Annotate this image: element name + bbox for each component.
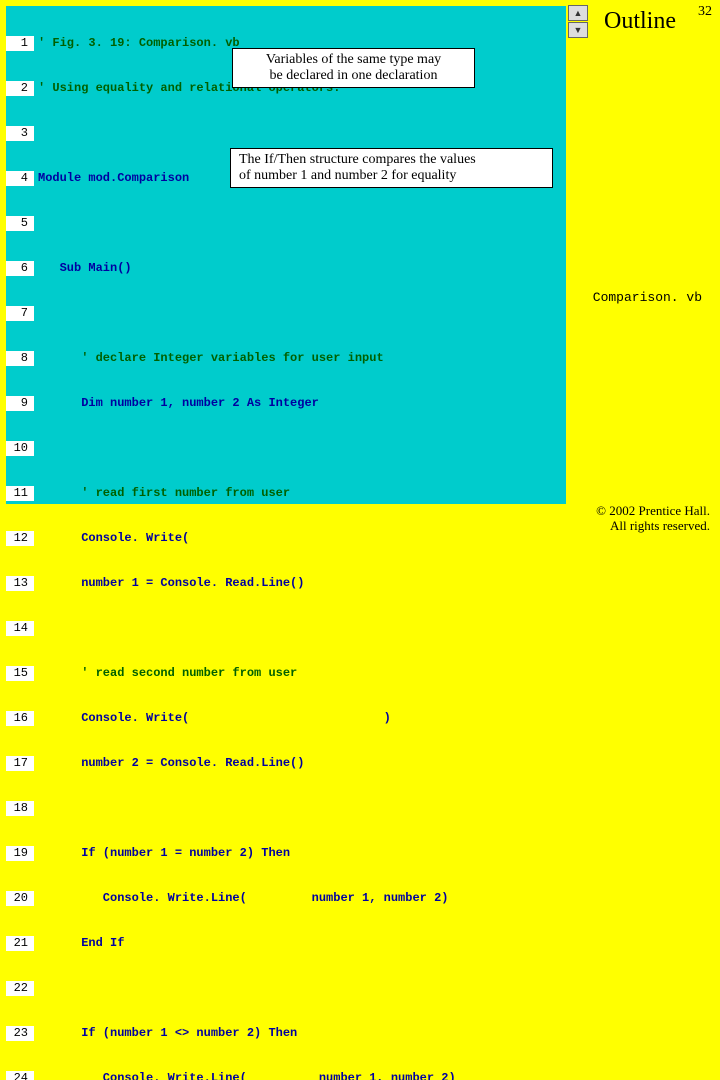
line-number: 7 xyxy=(6,306,34,321)
callout-text: The If/Then structure compares the value… xyxy=(239,152,476,167)
line-number: 16 xyxy=(6,711,34,726)
code-line xyxy=(34,306,38,321)
line-number: 2 xyxy=(6,81,34,96)
callout-ifthen: The If/Then structure compares the value… xyxy=(230,148,553,188)
callout-text: of number 1 and number 2 for equality xyxy=(239,168,456,183)
rights-line: All rights reserved. xyxy=(610,518,710,533)
line-number: 20 xyxy=(6,891,34,906)
line-number: 11 xyxy=(6,486,34,501)
line-number: 18 xyxy=(6,801,34,816)
line-number: 8 xyxy=(6,351,34,366)
code-line: Console. Write( xyxy=(34,531,189,546)
code-line: ' read second number from user xyxy=(34,666,297,681)
code-line: If (number 1 = number 2) Then xyxy=(34,846,290,861)
line-number: 24 xyxy=(6,1071,34,1080)
line-number: 5 xyxy=(6,216,34,231)
code-line xyxy=(34,216,38,231)
line-number: 21 xyxy=(6,936,34,951)
code-line xyxy=(34,621,38,636)
line-number: 22 xyxy=(6,981,34,996)
nav-down-button[interactable]: ▼ xyxy=(568,22,588,38)
code-line xyxy=(34,981,38,996)
line-number: 12 xyxy=(6,531,34,546)
code-line: If (number 1 <> number 2) Then xyxy=(34,1026,297,1041)
line-number: 9 xyxy=(6,396,34,411)
code-line: ' declare Integer variables for user inp… xyxy=(34,351,384,366)
line-number: 6 xyxy=(6,261,34,276)
page-number: 32 xyxy=(698,4,712,20)
line-number: 1 xyxy=(6,36,34,51)
callout-text: be declared in one declaration xyxy=(270,68,438,83)
code-line: ' read first number from user xyxy=(34,486,290,501)
code-line: Dim number 1, number 2 As Integer xyxy=(34,396,319,411)
code-line: Console. Write.Line( number 1, number 2) xyxy=(34,891,448,906)
line-number: 23 xyxy=(6,1026,34,1041)
filename-label: Comparison. vb xyxy=(593,290,702,305)
line-number: 3 xyxy=(6,126,34,141)
line-number: 14 xyxy=(6,621,34,636)
code-line xyxy=(34,126,38,141)
line-number: 4 xyxy=(6,171,34,186)
line-number: 13 xyxy=(6,576,34,591)
callout-text: Variables of the same type may xyxy=(266,52,441,67)
code-line xyxy=(34,441,38,456)
code-line: number 2 = Console. Read.Line() xyxy=(34,756,304,771)
code-line: ' Fig. 3. 19: Comparison. vb xyxy=(34,36,240,51)
line-number: 10 xyxy=(6,441,34,456)
code-line: Console. Write.Line( number 1, number 2) xyxy=(34,1071,456,1080)
nav-up-button[interactable]: ▲ xyxy=(568,5,588,21)
code-line: Sub Main() xyxy=(34,261,132,276)
code-line: Module mod.Comparison xyxy=(34,171,189,186)
outline-label: Outline xyxy=(604,8,676,35)
code-line: End If xyxy=(34,936,124,951)
line-number: 15 xyxy=(6,666,34,681)
line-number: 17 xyxy=(6,756,34,771)
copyright-line: © 2002 Prentice Hall. xyxy=(596,503,710,518)
footer: © 2002 Prentice Hall. All rights reserve… xyxy=(596,504,710,534)
code-line: Console. Write( ) xyxy=(34,711,391,726)
line-number: 19 xyxy=(6,846,34,861)
code-line: number 1 = Console. Read.Line() xyxy=(34,576,304,591)
callout-variables: Variables of the same type may be declar… xyxy=(232,48,475,88)
code-line xyxy=(34,801,38,816)
